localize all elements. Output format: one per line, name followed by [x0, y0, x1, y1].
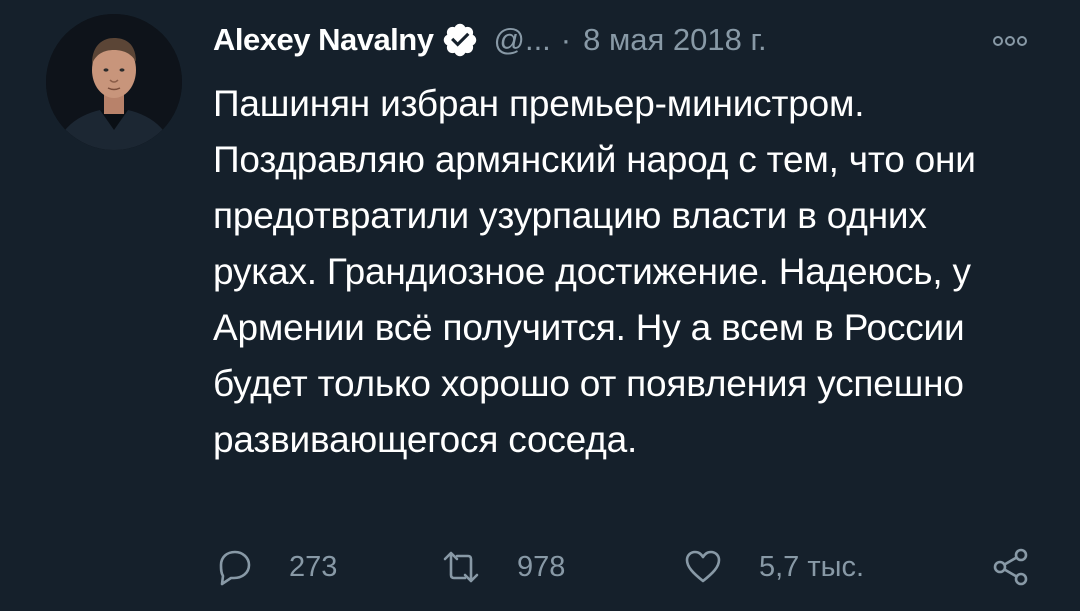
share-button[interactable]	[991, 542, 1031, 592]
tweet-date[interactable]: 8 мая 2018 г.	[583, 22, 767, 58]
more-options-icon[interactable]	[990, 26, 1030, 56]
tweet-header: Alexey Navalny @... · 8 мая 2018 г.	[213, 16, 767, 64]
retweet-icon	[441, 547, 481, 587]
verified-badge-icon	[441, 21, 479, 59]
tweet-actions: 273 978 5,7 тыс.	[213, 542, 1043, 592]
header-separator: ·	[560, 22, 572, 57]
share-icon	[991, 547, 1031, 587]
author-handle[interactable]: @...	[493, 22, 550, 58]
reply-count: 273	[289, 550, 338, 583]
retweet-button[interactable]: 978	[441, 542, 565, 592]
avatar[interactable]	[46, 14, 182, 150]
heart-icon	[683, 547, 723, 587]
like-button[interactable]: 5,7 тыс.	[683, 542, 864, 592]
tweet-text: Пашинян избран премьер-министром. Поздра…	[213, 83, 976, 460]
tweet-card[interactable]: Alexey Navalny @... · 8 мая 2018 г. Паши…	[0, 0, 1080, 611]
reply-button[interactable]: 273	[213, 542, 337, 592]
retweet-count: 978	[517, 550, 566, 583]
like-count: 5,7 тыс.	[759, 550, 865, 583]
reply-icon	[213, 547, 253, 587]
author-display-name[interactable]: Alexey Navalny	[213, 22, 434, 58]
